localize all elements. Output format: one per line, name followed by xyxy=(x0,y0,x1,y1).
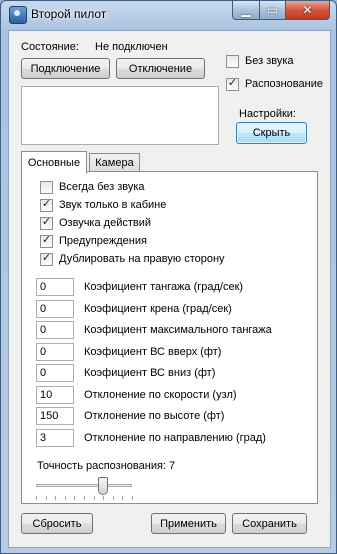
option-checkbox-label: Дублировать на правую сторону xyxy=(59,253,225,265)
accuracy-slider-track xyxy=(36,484,132,487)
coefficient-input[interactable]: 0 xyxy=(36,321,74,339)
coefficient-input[interactable]: 150 xyxy=(36,407,74,425)
coefficient-input[interactable]: 0 xyxy=(36,364,74,382)
coefficient-label: Отклонение по скорости (узл) xyxy=(84,388,237,401)
connect-button[interactable]: Подключение xyxy=(21,58,110,79)
recognition-checkbox[interactable]: ✓ xyxy=(226,77,239,91)
coefficient-label: Коэфициент ВС вверх (фт) xyxy=(84,345,222,358)
client-area: Состояние: Не подключен Подключение Откл… xyxy=(8,30,331,548)
checkmark-icon: ✓ xyxy=(227,77,238,89)
window-title: Второй пилот xyxy=(31,7,107,21)
checkmark-icon: ✓ xyxy=(41,252,52,264)
window-controls: ▁ ▭ ✕ xyxy=(232,1,330,21)
option-checkbox-label: Озвучка действий xyxy=(59,217,152,229)
coefficient-input[interactable]: 10 xyxy=(36,385,74,404)
app-window: Второй пилот ▁ ▭ ✕ Состояние: Не подключ… xyxy=(0,0,337,554)
mute-label: Без звука xyxy=(245,55,294,67)
coefficient-label: Коэфициент крена (град/сек) xyxy=(84,302,232,315)
close-button[interactable]: ✕ xyxy=(285,1,330,20)
accuracy-label: Точность распознования: 7 xyxy=(37,460,176,472)
option-checkbox[interactable] xyxy=(40,181,53,194)
coefficient-label: Отклонение по высоте (фт) xyxy=(84,410,225,422)
minimize-button[interactable]: ▁ xyxy=(232,1,259,20)
status-value: Не подключен xyxy=(95,41,168,53)
slider-tick xyxy=(55,496,57,500)
slider-tick xyxy=(93,496,95,500)
slider-tick xyxy=(36,496,37,500)
log-textbox[interactable] xyxy=(21,86,219,145)
coefficient-input[interactable]: 0 xyxy=(36,342,74,361)
slider-tick xyxy=(74,496,76,500)
app-icon xyxy=(9,6,27,24)
slider-tick xyxy=(84,496,85,500)
tab-panel-basic: Всегда без звука ✓ Звук только в кабине ✓ Оз… xyxy=(21,171,318,504)
coefficient-label: Коэфициент тангажа (град/сек) xyxy=(84,281,244,293)
tab-basic[interactable]: Основные xyxy=(21,151,87,174)
checkmark-icon: ✓ xyxy=(41,234,52,246)
mute-checkbox[interactable] xyxy=(226,55,239,68)
slider-tick xyxy=(45,496,47,500)
option-checkbox-label: Всегда без звука xyxy=(59,181,145,193)
checkmark-icon: ✓ xyxy=(41,216,52,228)
recognition-label: Распознование xyxy=(245,78,323,90)
slider-tick xyxy=(122,496,124,500)
option-checkbox[interactable]: ✓ xyxy=(40,216,53,230)
checkmark-icon: ✓ xyxy=(41,198,52,210)
coefficient-input[interactable]: 0 xyxy=(36,278,74,296)
coefficient-label: Коэфициент ВС вниз (фт) xyxy=(84,367,216,379)
apply-button[interactable]: Применить xyxy=(151,513,226,534)
coefficient-label: Отклонение по направлению (град) xyxy=(84,431,266,444)
option-checkbox-label: Предупреждения xyxy=(59,235,147,247)
maximize-button[interactable]: ▭ xyxy=(259,1,285,20)
coefficient-label: Коэфициент максимального тангажа xyxy=(84,324,272,336)
tab-camera[interactable]: Камера xyxy=(89,153,140,172)
save-button[interactable]: Сохранить xyxy=(232,513,307,534)
hide-settings-button[interactable]: Скрыть xyxy=(236,122,307,144)
coefficient-input[interactable]: 0 xyxy=(36,299,74,318)
settings-label: Настройки: xyxy=(239,108,296,120)
option-checkbox-label: Звук только в кабине xyxy=(59,199,167,211)
title-bar[interactable]: Второй пилот ▁ ▭ ✕ xyxy=(1,1,336,29)
status-label: Состояние: xyxy=(21,41,79,53)
disconnect-button[interactable]: Отключение xyxy=(116,58,205,79)
option-checkbox[interactable]: ✓ xyxy=(40,252,53,266)
slider-tick xyxy=(132,496,133,500)
coefficient-input[interactable]: 3 xyxy=(36,428,74,447)
option-checkbox[interactable]: ✓ xyxy=(40,234,53,248)
slider-tick xyxy=(112,496,114,500)
slider-tick xyxy=(64,496,66,500)
option-checkbox[interactable]: ✓ xyxy=(40,198,53,212)
reset-button[interactable]: Сбросить xyxy=(21,513,93,534)
slider-tick xyxy=(103,496,105,500)
accuracy-slider-thumb[interactable] xyxy=(98,477,109,495)
